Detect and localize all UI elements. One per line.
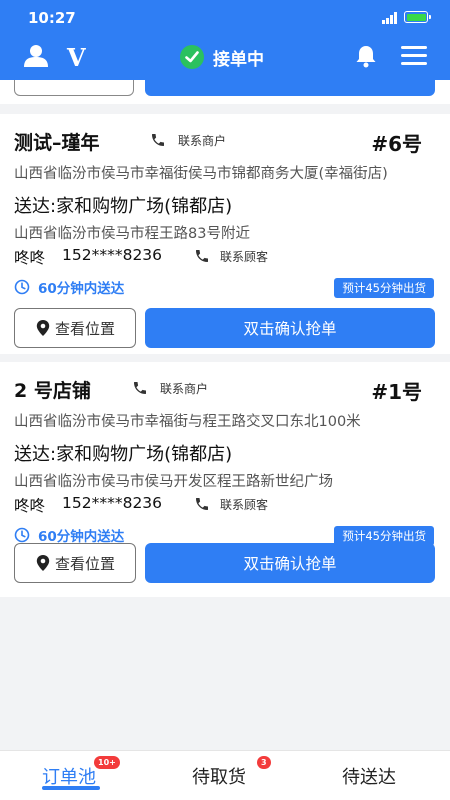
tab-pending-delivery[interactable]: 待送达 bbox=[342, 763, 396, 789]
online-status-label: 接单中 bbox=[213, 49, 264, 70]
shop-name: 2 号店铺 bbox=[14, 380, 91, 402]
shop-address: 山西省临汾市侯马市幸福街侯马市锦都商务大厦(幸福街店) bbox=[14, 166, 388, 182]
phone-icon bbox=[196, 250, 208, 262]
bell-icon[interactable] bbox=[354, 44, 378, 68]
eta-badge: 预计45分钟出货 bbox=[334, 278, 434, 298]
phone-icon bbox=[152, 134, 164, 146]
delivery-time-limit: 60分钟内送达 bbox=[14, 526, 125, 545]
location-pin-icon bbox=[36, 320, 50, 336]
tab-order-pool-label: 订单池 bbox=[42, 767, 96, 788]
deliver-to: 送达:家和购物广场(锦都店) bbox=[14, 196, 233, 217]
location-pin-icon bbox=[36, 555, 50, 571]
contact-customer-link[interactable]: 联系顾客 bbox=[194, 247, 268, 265]
order-number: #1号 bbox=[371, 380, 422, 404]
contact-merchant-link[interactable]: 联系商户 bbox=[132, 380, 208, 396]
grab-order-label: 双击确认抢单 bbox=[243, 320, 337, 338]
customer-phone: 152****8236 bbox=[62, 494, 163, 512]
status-time: 10:27 bbox=[28, 9, 76, 27]
grab-order-button[interactable]: 双击确认抢单 bbox=[145, 308, 435, 348]
user-icon[interactable] bbox=[23, 44, 49, 68]
app-header: 10:27 V 接单中 bbox=[0, 0, 450, 80]
contact-merchant-label: 联系商户 bbox=[178, 133, 227, 148]
view-location-label: 查看位置 bbox=[54, 319, 115, 338]
tab-pending-pickup-badge: 3 bbox=[257, 756, 271, 769]
time-limit-label: 60分钟内送达 bbox=[38, 529, 125, 545]
grab-order-button-partial[interactable] bbox=[145, 80, 435, 96]
tab-order-pool-badge: 10+ bbox=[94, 756, 120, 769]
contact-customer-label: 联系顾客 bbox=[220, 249, 269, 264]
order-card-partial bbox=[0, 80, 450, 104]
order-card: 2 号店铺 联系商户 #1号 山西省临汾市侯马市幸福街与程王路交叉口东北100米… bbox=[0, 362, 450, 597]
deliver-address: 山西省临汾市侯马市程王路83号附近 bbox=[14, 226, 250, 242]
online-status-toggle[interactable]: 接单中 bbox=[180, 44, 264, 70]
deliver-address: 山西省临汾市侯马市侯马开发区程王路新世纪广场 bbox=[14, 474, 333, 490]
view-location-button[interactable]: 查看位置 bbox=[14, 308, 136, 348]
active-tab-indicator bbox=[42, 786, 100, 790]
vip-v-icon[interactable]: V bbox=[67, 43, 86, 72]
contact-customer-label: 联系顾客 bbox=[220, 497, 269, 512]
delivery-time-limit: 60分钟内送达 bbox=[14, 278, 125, 297]
phone-icon bbox=[134, 382, 146, 394]
time-limit-label: 60分钟内送达 bbox=[38, 281, 125, 297]
view-location-label: 查看位置 bbox=[54, 554, 115, 573]
grab-order-button[interactable]: 双击确认抢单 bbox=[145, 543, 435, 583]
shop-name: 测试–瑾年 bbox=[14, 132, 100, 154]
grab-order-label: 双击确认抢单 bbox=[243, 555, 337, 573]
bottom-tab-bar: 订单池 10+ 待取货 3 待送达 bbox=[0, 750, 450, 800]
check-circle-icon bbox=[180, 45, 204, 69]
contact-merchant-link[interactable]: 联系商户 bbox=[150, 132, 226, 148]
customer-phone: 152****8236 bbox=[62, 246, 163, 264]
order-card: 测试–瑾年 联系商户 #6号 山西省临汾市侯马市幸福街侯马市锦都商务大厦(幸福街… bbox=[0, 114, 450, 354]
view-location-button-partial[interactable] bbox=[14, 80, 134, 96]
contact-merchant-label: 联系商户 bbox=[160, 381, 209, 396]
clock-icon bbox=[14, 279, 30, 295]
order-number: #6号 bbox=[371, 132, 422, 156]
menu-icon[interactable] bbox=[401, 46, 427, 66]
customer-name: 咚咚 bbox=[14, 497, 46, 515]
tab-pending-pickup-label: 待取货 bbox=[192, 767, 246, 788]
clock-icon bbox=[14, 527, 30, 543]
contact-customer-link[interactable]: 联系顾客 bbox=[194, 495, 268, 513]
shop-address: 山西省临汾市侯马市幸福街与程王路交叉口东北100米 bbox=[14, 414, 361, 430]
deliver-to: 送达:家和购物广场(锦都店) bbox=[14, 444, 233, 465]
tab-pending-delivery-label: 待送达 bbox=[342, 767, 396, 788]
customer-name: 咚咚 bbox=[14, 249, 46, 267]
view-location-button[interactable]: 查看位置 bbox=[14, 543, 136, 583]
signal-icon bbox=[382, 12, 400, 24]
battery-icon bbox=[404, 11, 431, 23]
tab-pending-pickup[interactable]: 待取货 3 bbox=[192, 756, 271, 789]
phone-icon bbox=[196, 498, 208, 510]
